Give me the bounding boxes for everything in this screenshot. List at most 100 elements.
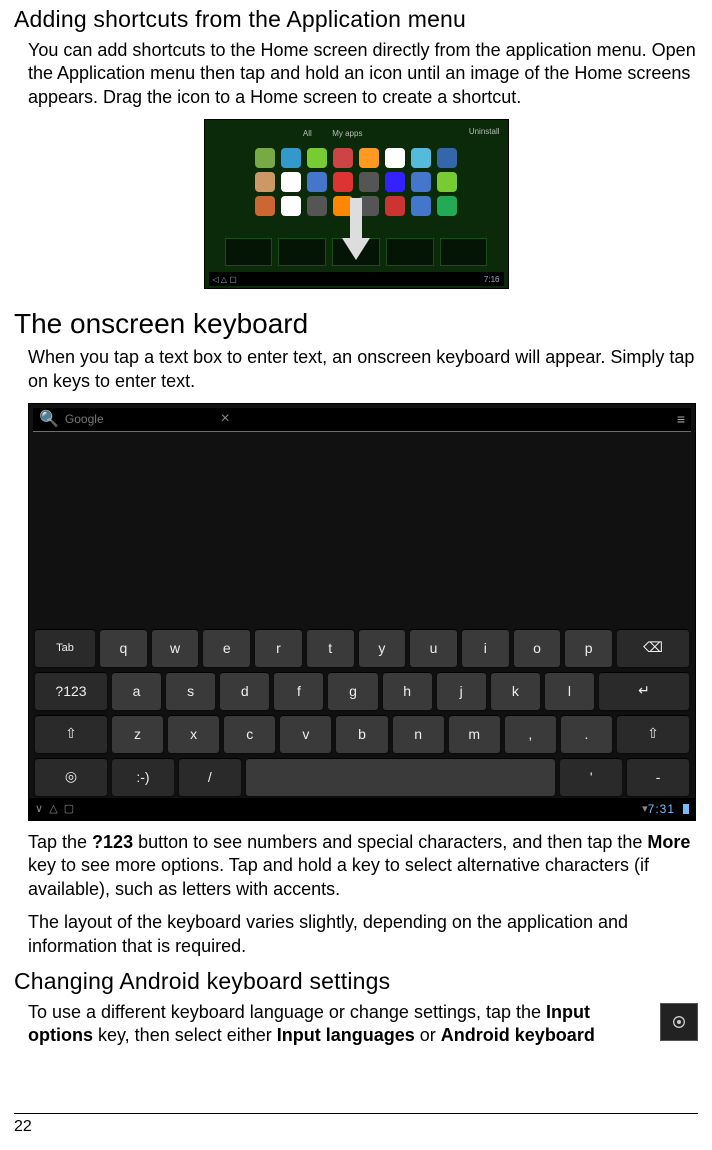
tab-myapps: My apps: [324, 125, 370, 142]
key-h: h: [383, 672, 432, 710]
key-q: q: [100, 629, 147, 667]
key-shift-right: ⇧: [617, 715, 689, 753]
key-numbers: ?123: [35, 672, 107, 710]
drag-arrow-icon: [345, 198, 367, 268]
app-icon: [437, 196, 457, 216]
key-f: f: [274, 672, 323, 710]
app-icon: [333, 148, 353, 168]
app-icon: [437, 148, 457, 168]
heading-onscreen-keyboard: The onscreen keyboard: [14, 308, 698, 340]
para-adding-shortcuts: You can add shortcuts to the Home screen…: [14, 39, 698, 109]
para-changing-settings: To use a different keyboard language or …: [14, 1001, 698, 1048]
key-t: t: [307, 629, 354, 667]
app-icon: [359, 172, 379, 192]
app-icon: [281, 172, 301, 192]
key-j: j: [437, 672, 486, 710]
search-placeholder: Google: [65, 412, 104, 426]
app-icon: [333, 172, 353, 192]
app-icon: [385, 148, 405, 168]
key-r: r: [255, 629, 302, 667]
key-c: c: [224, 715, 275, 753]
dock-cell: [278, 238, 326, 266]
key-a: a: [112, 672, 161, 710]
onscreen-keyboard: Tab qwertyuiop⌫ ?123 asdfghjkl↵ ⇧ zxcvbn…: [35, 629, 689, 796]
dock-cell: [440, 238, 488, 266]
key-o: o: [514, 629, 561, 667]
uninstall-label: Uninstall: [461, 123, 508, 140]
app-icon: [385, 172, 405, 192]
dock-cell: [225, 238, 273, 266]
bold-android-keyboard: Android keyboard: [441, 1025, 595, 1045]
key-x: x: [168, 715, 219, 753]
nav-icons: ◁ △ ▢: [213, 275, 237, 284]
app-icon: [255, 172, 275, 192]
key-e: e: [203, 629, 250, 667]
app-icon: [281, 148, 301, 168]
key-s: s: [166, 672, 215, 710]
app-icon: [385, 196, 405, 216]
key-p: p: [565, 629, 612, 667]
key-shift-left: ⇧: [35, 715, 107, 753]
key-m: m: [449, 715, 500, 753]
key-tab: Tab: [35, 629, 95, 667]
app-icon: [411, 196, 431, 216]
key-w: w: [152, 629, 199, 667]
search-bar: 🔍 Google × ≡: [33, 408, 691, 432]
para-tap-123: Tap the ?123 button to see numbers and s…: [14, 831, 698, 901]
nav-home-icon: △: [49, 802, 57, 815]
clear-icon: ×: [221, 410, 230, 428]
key-y: y: [359, 629, 406, 667]
screenshot-keyboard: 🔍 Google × ≡ Tab qwertyuiop⌫ ?123 asdfgh…: [28, 403, 696, 821]
key-.: .: [561, 715, 612, 753]
page-footer: 22: [14, 1113, 698, 1136]
app-icon: [437, 172, 457, 192]
app-icon: [411, 148, 431, 168]
bold-123: ?123: [92, 832, 133, 852]
key-k: k: [491, 672, 540, 710]
key-b: b: [336, 715, 387, 753]
app-icon: [255, 148, 275, 168]
key-d: d: [220, 672, 269, 710]
key-z: z: [112, 715, 163, 753]
key-dash: -: [627, 758, 689, 796]
nav-recent-icon: ▢: [64, 802, 74, 815]
battery-icon: [683, 804, 689, 814]
heading-changing-settings: Changing Android keyboard settings: [14, 968, 698, 995]
heading-adding-shortcuts: Adding shortcuts from the Application me…: [14, 6, 698, 33]
figure-app-menu: All My apps Uninstall ◁ △ ▢ 7:16: [14, 119, 698, 294]
app-icon: [307, 196, 327, 216]
key-l: l: [545, 672, 594, 710]
bold-input-languages: Input languages: [277, 1025, 415, 1045]
key-apostrophe: ': [560, 758, 622, 796]
nav-back-icon: ∨: [35, 802, 43, 815]
key-input-options: ◎: [35, 758, 107, 796]
input-options-icon: [660, 1003, 698, 1041]
app-icon: [307, 172, 327, 192]
status-clock: 7:16: [484, 275, 500, 284]
app-icon: [359, 148, 379, 168]
tab-all: All: [295, 125, 320, 142]
key-emoji: :-): [112, 758, 174, 796]
key-slash: /: [179, 758, 241, 796]
key-v: v: [280, 715, 331, 753]
key-space: [246, 758, 555, 796]
status-bar: ◁ △ ▢ 7:16: [209, 272, 504, 286]
key-,: ,: [505, 715, 556, 753]
bold-more: More: [647, 832, 690, 852]
nav-bar: ∨ △ ▢ ▾ 7:31: [29, 798, 695, 820]
app-icon: [281, 196, 301, 216]
app-icon: [411, 172, 431, 192]
key-n: n: [393, 715, 444, 753]
key-i: i: [462, 629, 509, 667]
dock-cell: [386, 238, 434, 266]
page-number: 22: [14, 1118, 32, 1135]
app-icon: [255, 196, 275, 216]
key-backspace: ⌫: [617, 629, 689, 667]
para-onscreen-keyboard: When you tap a text box to enter text, a…: [14, 346, 698, 393]
figure-keyboard: 🔍 Google × ≡ Tab qwertyuiop⌫ ?123 asdfgh…: [14, 403, 698, 821]
search-icon: 🔍: [39, 409, 59, 429]
key-u: u: [410, 629, 457, 667]
key-g: g: [328, 672, 377, 710]
clock: 7:31: [648, 802, 675, 816]
key-enter: ↵: [599, 672, 689, 710]
